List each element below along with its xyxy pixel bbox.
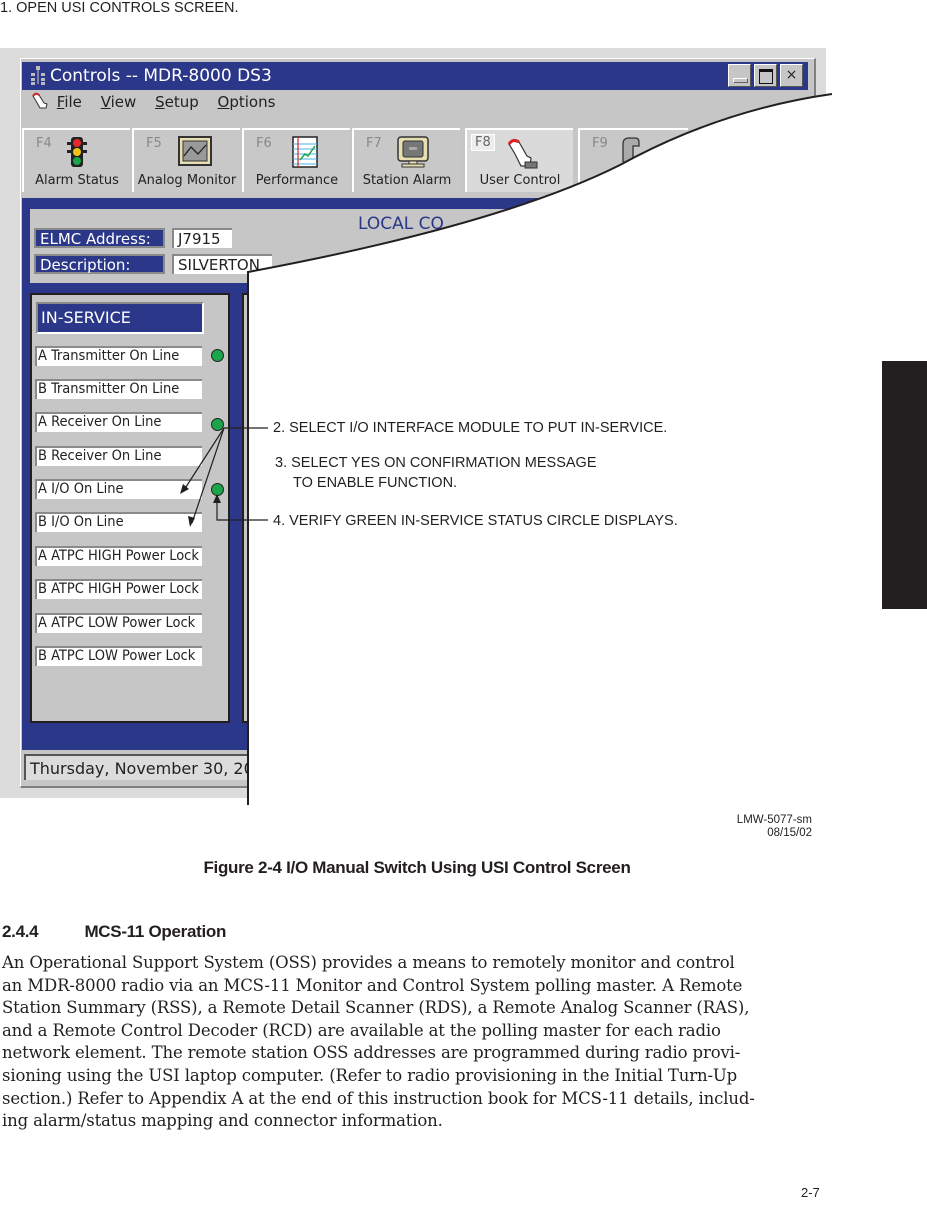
step-2-callout: 2. SELECT I/O INTERFACE MODULE TO PUT IN… [273,420,668,436]
body-line: and a Remote Control Decoder (RCD) are a… [2,1020,721,1040]
section-body: An Operational Support System (OSS) prov… [2,952,832,1133]
body-line: sioning using the USI laptop computer. (… [2,1065,738,1085]
figure-code: LMW-5077-sm [736,814,812,826]
body-line: an MDR-8000 radio via an MCS-11 Monitor … [2,975,743,995]
body-line: section.) Refer to Appendix A at the end… [2,1088,755,1108]
body-line: An Operational Support System (OSS) prov… [2,953,735,972]
section-number: 2.4.4 [2,922,39,941]
body-line: ing alarm/status mapping and connector i… [2,1111,443,1131]
figure-caption: Figure 2-4 I/O Manual Switch Using USI C… [203,858,631,877]
arrow-to-a-io [183,427,225,491]
body-line: network element. The remote station OSS … [2,1043,741,1063]
figure-date: 08/15/02 [767,827,812,839]
arrow-to-b-io [191,427,225,524]
section-heading: 2.4.4 MCS-11 Operation [2,922,226,942]
chapter-edge-tab [882,361,927,609]
figure-id: LMW-5077-sm 08/15/02 [737,814,812,840]
body-line: Station Summary (RSS), a Remote Detail S… [2,998,750,1018]
section-title: MCS-11 Operation [84,922,227,941]
page-number: 2-7 [801,1185,820,1200]
step-3-callout-line2: TO ENABLE FUNCTION. [293,475,458,491]
page-curl-overlay [180,93,833,805]
step-3-callout: 3. SELECT YES ON CONFIRMATION MESSAGE [275,455,597,471]
step-4-callout: 4. VERIFY GREEN IN-SERVICE STATUS CIRCLE… [273,513,678,529]
